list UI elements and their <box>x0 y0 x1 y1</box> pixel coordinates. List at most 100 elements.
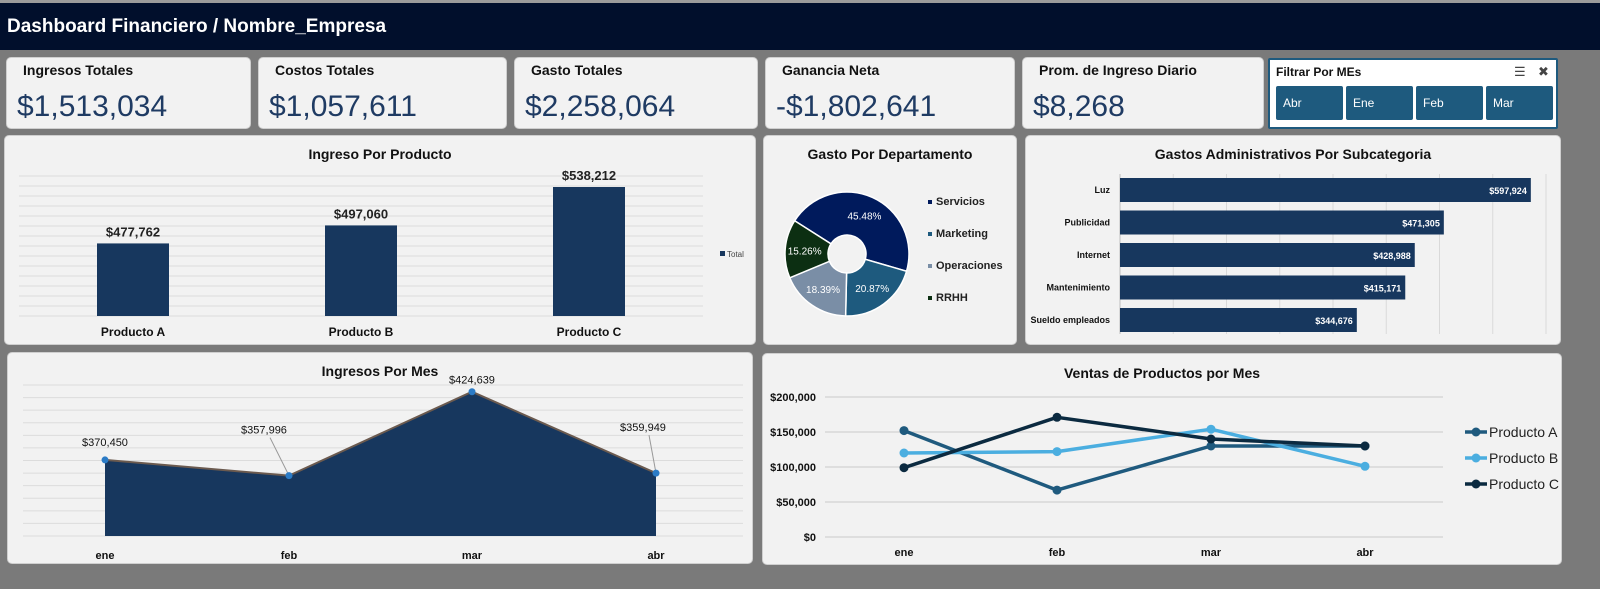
legend-swatch <box>928 200 932 204</box>
data-label: 20.87% <box>855 284 889 295</box>
legend-marker <box>1471 427 1481 437</box>
filter-title: Filtrar Por MEs <box>1276 65 1362 79</box>
data-label: 15.26% <box>788 246 822 257</box>
kpi-label: Ingresos Totales <box>23 62 134 78</box>
x-tick-label: ene <box>895 547 914 559</box>
data-label: $538,212 <box>562 168 616 183</box>
data-point <box>899 463 909 473</box>
bar-producto-c <box>553 187 625 316</box>
category-label: ene <box>96 550 115 562</box>
category-label: Publicidad <box>1064 218 1110 228</box>
kpi-card-promedio: Prom. de Ingreso Diario $8,268 <box>1022 57 1264 129</box>
data-label: $359,949 <box>620 422 666 434</box>
data-point <box>468 388 476 396</box>
ingreso-por-producto-card: Ingreso Por Producto $477,762 Producto A $… <box>4 135 756 345</box>
kpi-value: $8,268 <box>1033 90 1125 123</box>
data-label: 45.48% <box>848 211 882 222</box>
category-label: abr <box>647 550 665 562</box>
data-label: 18.39% <box>806 285 840 296</box>
data-point <box>285 472 293 480</box>
title-bar: Dashboard Financiero / Nombre_Empresa <box>0 0 1600 50</box>
data-point <box>899 448 909 458</box>
legend-label: Operaciones <box>936 260 1003 272</box>
kpi-value: $1,513,034 <box>17 90 168 123</box>
kpi-value: -$1,802,641 <box>776 90 937 123</box>
legend-marker <box>1471 453 1481 463</box>
gasto-por-departamento-chart: 45.48% 20.87% 18.39% 15.26% Servicios Marketi… <box>784 191 1003 317</box>
data-point <box>1052 485 1062 495</box>
category-label: Sueldo empleados <box>1030 315 1110 325</box>
legend-label: Servicios <box>936 196 985 208</box>
data-point <box>1360 461 1370 471</box>
filter-option-ene[interactable]: Ene <box>1346 86 1413 120</box>
bar-publicidad <box>1120 210 1444 235</box>
data-label: $370,450 <box>82 437 128 449</box>
series-line-2 <box>903 415 1366 470</box>
data-point <box>1360 441 1370 451</box>
category-label: Producto B <box>329 325 394 339</box>
y-tick-label: $150,000 <box>770 427 816 439</box>
bottom-strip <box>0 574 1600 589</box>
kpi-card-gastos: Gasto Totales $2,258,064 <box>514 57 758 129</box>
data-label: $471,305 <box>1402 219 1440 229</box>
category-label: Luz <box>1095 185 1111 195</box>
ingresos-por-mes-card: Ingresos Por Mes $370,450 ene $357,996 feb $… <box>7 352 753 564</box>
kpi-label: Gasto Totales <box>531 62 623 78</box>
legend-label: Producto C <box>1489 476 1559 492</box>
legend-label: Producto B <box>1489 450 1558 466</box>
ventas-productos-chart: $0 $50,000 $100,000 $150,000 $200,000 ene feb m… <box>770 392 1559 559</box>
bar-mantenimiento <box>1120 275 1406 300</box>
data-label: $344,676 <box>1315 316 1353 326</box>
legend-swatch <box>928 232 932 236</box>
filter-option-mar[interactable]: Mar <box>1486 86 1553 120</box>
y-tick-label: $0 <box>804 532 816 544</box>
data-point <box>101 456 109 464</box>
data-point <box>899 426 909 436</box>
data-point <box>652 469 660 477</box>
area-fill <box>105 391 656 536</box>
clear-filter-icon[interactable]: ✖ <box>1538 64 1549 80</box>
x-tick-label: mar <box>1201 547 1222 559</box>
x-tick-label: feb <box>1049 547 1066 559</box>
kpi-label: Costos Totales <box>275 62 375 78</box>
ventas-productos-card: Ventas de Productos por Mes $0 $50,000 $10… <box>762 353 1562 565</box>
data-label: $415,171 <box>1364 284 1402 294</box>
x-tick-label: abr <box>1356 547 1374 559</box>
category-label: Producto C <box>557 325 622 339</box>
kpi-card-ingresos: Ingresos Totales $1,513,034 <box>6 57 251 129</box>
data-label: $424,639 <box>449 375 495 387</box>
legend-swatch <box>928 296 932 300</box>
ingreso-por-producto-chart: $477,762 Producto A $497,060 Producto B $538… <box>19 168 744 339</box>
legend-marker <box>1471 479 1481 489</box>
legend-label: RRHH <box>936 292 968 304</box>
legend-label: Producto A <box>1489 424 1558 440</box>
month-filter-slicer: Filtrar Por MEs ☰ ✖ Abr Ene Feb Mar <box>1268 58 1558 129</box>
data-point <box>1052 447 1062 457</box>
data-point <box>1206 434 1216 444</box>
legend-label: Marketing <box>936 228 988 240</box>
gasto-por-departamento-card: Gasto Por Departamento 45.48% 20.87% 18.39… <box>763 135 1017 345</box>
bar-producto-b <box>325 225 397 316</box>
kpi-value: $1,057,611 <box>269 90 417 123</box>
kpi-card-ganancia: Ganancia Neta -$1,802,641 <box>765 57 1015 129</box>
category-label: Internet <box>1077 250 1110 260</box>
data-label: $597,924 <box>1489 186 1527 196</box>
bar-internet <box>1120 243 1415 267</box>
gastos-admin-chart: $597,924 Luz $471,305 Publicidad $428,988 Int… <box>1030 174 1547 334</box>
filter-option-abr[interactable]: Abr <box>1276 86 1343 120</box>
leader-line <box>269 437 290 476</box>
data-label: $357,996 <box>241 425 287 437</box>
legend-swatch <box>720 251 725 256</box>
multiselect-icon[interactable]: ☰ <box>1514 64 1526 80</box>
category-label: Producto A <box>101 325 166 339</box>
data-label: $477,762 <box>106 224 160 239</box>
kpi-value: $2,258,064 <box>525 90 676 123</box>
bar-luz <box>1120 178 1531 202</box>
y-tick-label: $100,000 <box>770 462 816 474</box>
data-point <box>1052 412 1062 422</box>
kpi-label: Prom. de Ingreso Diario <box>1039 62 1197 78</box>
filter-option-feb[interactable]: Feb <box>1416 86 1483 120</box>
legend-label: Total <box>727 250 744 259</box>
y-tick-label: $200,000 <box>770 392 816 404</box>
kpi-card-costos: Costos Totales $1,057,611 <box>258 57 507 129</box>
